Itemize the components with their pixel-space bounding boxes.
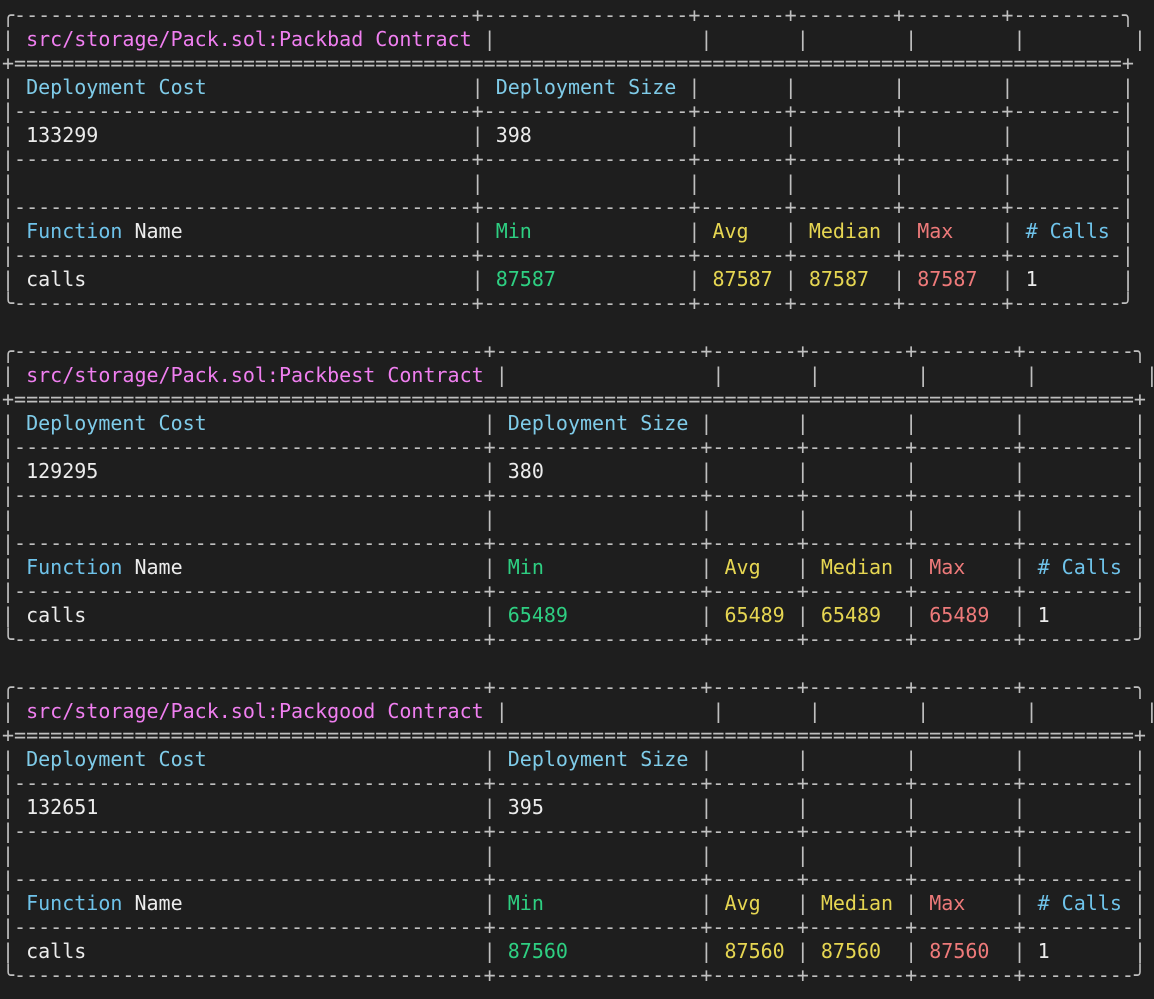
avg-cell: 65489: [724, 603, 785, 627]
median-header: Median: [820, 891, 894, 915]
median-header: Median: [808, 219, 882, 243]
min-header: Min: [507, 555, 544, 579]
gas-report-packgood: ╭---------------------------------------…: [2, 675, 1154, 987]
function-name-cell: calls: [26, 603, 87, 627]
median-cell: 87587: [808, 267, 870, 291]
contract-title: src/storage/Pack.sol:Packgood Contract: [26, 699, 484, 723]
min-cell: 87560: [507, 939, 568, 963]
function-name-cell: calls: [26, 267, 87, 291]
deployment-size-value: 395: [507, 795, 544, 819]
deployment-size-header: Deployment Size: [507, 747, 689, 771]
name-header: Name: [134, 555, 183, 579]
deployment-cost-value: 133299: [26, 123, 99, 147]
function-header: Function: [26, 555, 123, 579]
name-header: Name: [134, 891, 183, 915]
deployment-size-value: 380: [507, 459, 544, 483]
function-name-cell: calls: [26, 939, 87, 963]
deployment-cost-value: 132651: [26, 795, 99, 819]
deployment-cost-header: Deployment Cost: [26, 75, 207, 99]
calls-header: # Calls: [1037, 891, 1122, 915]
function-header: Function: [26, 219, 123, 243]
contract-title: src/storage/Pack.sol:Packbad Contract: [26, 27, 472, 51]
avg-cell: 87587: [712, 267, 773, 291]
avg-cell: 87560: [724, 939, 785, 963]
min-header: Min: [507, 891, 544, 915]
deployment-cost-header: Deployment Cost: [26, 747, 207, 771]
avg-header: Avg: [724, 555, 761, 579]
median-cell: 65489: [820, 603, 882, 627]
median-header: Median: [820, 555, 894, 579]
calls-cell: 1: [1025, 267, 1038, 291]
avg-header: Avg: [724, 891, 761, 915]
min-cell: 87587: [495, 267, 556, 291]
contract-title: src/storage/Pack.sol:Packbest Contract: [26, 363, 484, 387]
max-cell: 87560: [929, 939, 990, 963]
calls-cell: 1: [1037, 939, 1050, 963]
report-spacer: [2, 651, 1154, 675]
calls-header: # Calls: [1037, 555, 1122, 579]
min-header: Min: [495, 219, 532, 243]
report-spacer: [2, 315, 1154, 339]
max-cell: 87587: [917, 267, 978, 291]
deployment-cost-value: 129295: [26, 459, 99, 483]
gas-report-packbad: ╭--------------------------------------+…: [2, 3, 1146, 315]
deployment-cost-header: Deployment Cost: [26, 411, 207, 435]
gas-report-packbest: ╭---------------------------------------…: [2, 339, 1154, 651]
deployment-size-header: Deployment Size: [495, 75, 677, 99]
max-cell: 65489: [929, 603, 990, 627]
calls-cell: 1: [1037, 603, 1050, 627]
deployment-size-value: 398: [495, 123, 532, 147]
min-cell: 65489: [507, 603, 568, 627]
avg-header: Avg: [712, 219, 749, 243]
deployment-size-header: Deployment Size: [507, 411, 689, 435]
median-cell: 87560: [820, 939, 882, 963]
max-header: Max: [929, 891, 966, 915]
max-header: Max: [917, 219, 954, 243]
function-header: Function: [26, 891, 123, 915]
max-header: Max: [929, 555, 966, 579]
calls-header: # Calls: [1025, 219, 1110, 243]
terminal-output: ╭--------------------------------------+…: [0, 0, 1154, 987]
name-header: Name: [134, 219, 183, 243]
